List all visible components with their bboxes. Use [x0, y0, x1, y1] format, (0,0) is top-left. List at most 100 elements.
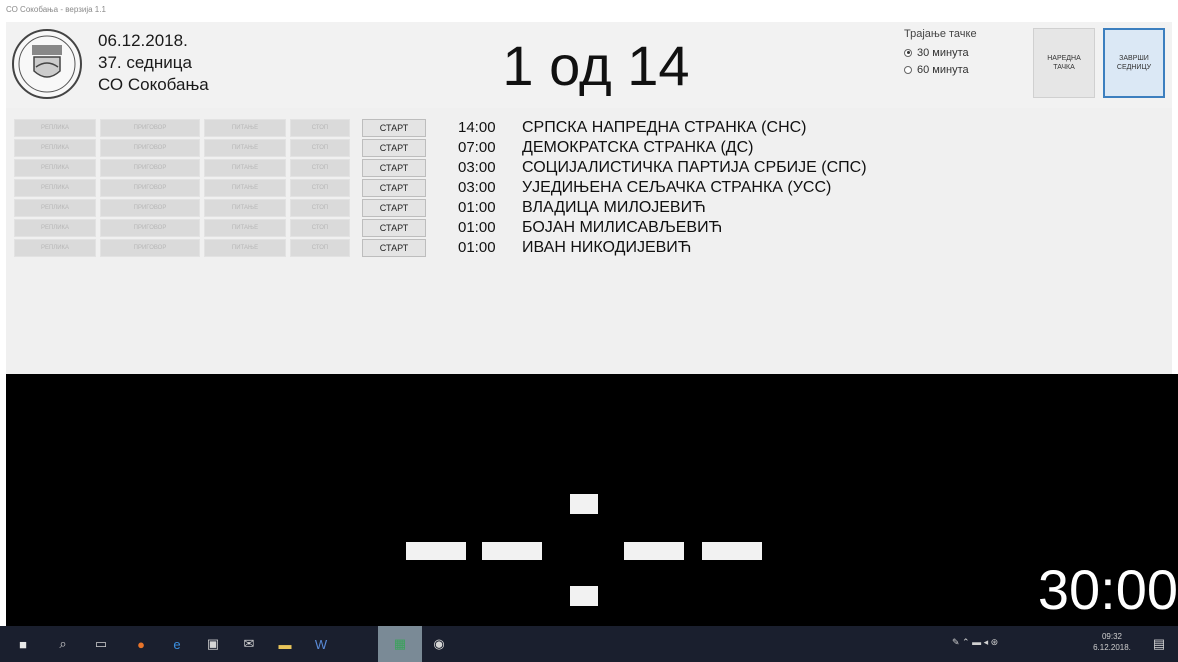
- segment-top: [570, 494, 598, 514]
- objection-button[interactable]: ПРИГОВОР: [100, 139, 200, 157]
- objection-button[interactable]: ПРИГОВОР: [100, 239, 200, 257]
- question-button[interactable]: ПИТАЊЕ: [204, 239, 286, 257]
- notification-area[interactable]: ✎ ⌃ ▬ ◂ ⊛: [952, 637, 998, 648]
- segment-dash: [482, 542, 542, 560]
- app-icon[interactable]: ▦: [378, 626, 422, 662]
- reply-button[interactable]: РЕПЛИКА: [14, 219, 96, 237]
- radio-selected-icon[interactable]: [904, 48, 912, 57]
- speaker-name: ВЛАДИЦА МИЛОЈЕВИЋ: [522, 199, 706, 216]
- question-button[interactable]: ПИТАЊЕ: [204, 199, 286, 217]
- stop-button[interactable]: СТОП: [290, 119, 350, 137]
- start-button[interactable]: СТАРТ: [362, 139, 426, 157]
- segment-dash: [406, 542, 466, 560]
- question-button[interactable]: ПИТАЊЕ: [204, 139, 286, 157]
- agenda-counter: 1 од 14: [502, 34, 690, 97]
- reply-button[interactable]: РЕПЛИКА: [14, 139, 96, 157]
- stop-button[interactable]: СТОП: [290, 139, 350, 157]
- list-item: РЕПЛИКА ПРИГОВОР ПИТАЊЕ СТОП СТАРТ 01:00…: [6, 198, 1172, 218]
- list-item: РЕПЛИКА ПРИГОВОР ПИТАЊЕ СТОП СТАРТ 14:00…: [6, 118, 1172, 138]
- duration-option-30[interactable]: 30 минута: [899, 44, 1029, 61]
- list-item: РЕПЛИКА ПРИГОВОР ПИТАЊЕ СТОП СТАРТ 03:00…: [6, 178, 1172, 198]
- question-button[interactable]: ПИТАЊЕ: [204, 219, 286, 237]
- list-item: РЕПЛИКА ПРИГОВОР ПИТАЊЕ СТОП СТАРТ 07:00…: [6, 138, 1172, 158]
- stop-button[interactable]: СТОП: [290, 199, 350, 217]
- question-button[interactable]: ПИТАЊЕ: [204, 159, 286, 177]
- speaker-name: СРПСКА НАПРЕДНА СТРАНКА (СНС): [522, 119, 807, 136]
- duration-option-label: 60 минута: [917, 63, 969, 76]
- reply-button[interactable]: РЕПЛИКА: [14, 199, 96, 217]
- reply-button[interactable]: РЕПЛИКА: [14, 159, 96, 177]
- countdown-timer: 30:00: [1037, 558, 1178, 621]
- list-item: РЕПЛИКА ПРИГОВОР ПИТАЊЕ СТОП СТАРТ 03:00…: [6, 158, 1172, 178]
- duration-option-label: 30 минута: [917, 46, 969, 59]
- question-button[interactable]: ПИТАЊЕ: [204, 119, 286, 137]
- window-title: СО Сокобања - верзија 1.1: [0, 0, 1178, 22]
- question-button[interactable]: ПИТАЊЕ: [204, 179, 286, 197]
- clock-time: 09:32: [1101, 632, 1123, 641]
- radio-empty-icon[interactable]: [904, 65, 912, 74]
- stop-button[interactable]: СТОП: [290, 159, 350, 177]
- speaker-time: 01:00: [458, 199, 496, 216]
- edge-icon[interactable]: e: [168, 635, 186, 653]
- objection-button[interactable]: ПРИГОВОР: [100, 199, 200, 217]
- windows-start-icon[interactable]: ■: [14, 635, 32, 653]
- session-date: 06.12.2018.: [98, 31, 188, 50]
- firefox-icon[interactable]: ●: [132, 635, 150, 653]
- start-button[interactable]: СТАРТ: [362, 119, 426, 137]
- duration-option-60[interactable]: 60 минута: [899, 61, 1029, 78]
- speaker-time: 03:00: [458, 159, 496, 176]
- segment-dash: [702, 542, 762, 560]
- timer-display: 30:00: [6, 374, 1178, 626]
- session-number: 37. седница: [98, 53, 192, 72]
- objection-button[interactable]: ПРИГОВОР: [100, 219, 200, 237]
- action-center-icon[interactable]: ▤: [1150, 635, 1168, 653]
- speaker-name: БОЈАН МИЛИСАВЉЕВИЋ: [522, 219, 723, 236]
- next-item-button[interactable]: НАРЕДНА ТАЧКА: [1033, 28, 1095, 98]
- mail-icon[interactable]: ✉: [240, 635, 258, 653]
- duration-label: Трајање тачке: [904, 28, 977, 40]
- store-icon[interactable]: ▣: [204, 635, 222, 653]
- speaker-name: СОЦИЈАЛИСТИЧКА ПАРТИЈА СРБИЈЕ (СПС): [522, 159, 867, 176]
- reply-button[interactable]: РЕПЛИКА: [14, 179, 96, 197]
- taskbar-clock[interactable]: 09:32 6.12.2018.: [1092, 631, 1132, 653]
- stop-button[interactable]: СТОП: [290, 219, 350, 237]
- reply-button[interactable]: РЕПЛИКА: [14, 239, 96, 257]
- speaker-name: УЈЕДИЊЕНА СЕЉАЧКА СТРАНКА (УСС): [522, 179, 832, 196]
- start-button[interactable]: СТАРТ: [362, 179, 426, 197]
- start-button[interactable]: СТАРТ: [362, 199, 426, 217]
- session-place: СО Сокобања: [98, 75, 209, 94]
- reply-button[interactable]: РЕПЛИКА: [14, 119, 96, 137]
- speaker-time: 01:00: [458, 239, 496, 256]
- speaker-time: 03:00: [458, 179, 496, 196]
- speaker-time: 14:00: [458, 119, 496, 136]
- start-button[interactable]: СТАРТ: [362, 239, 426, 257]
- header-panel: 06.12.2018. 37. седница СО Сокобања 1 од…: [6, 22, 1172, 108]
- camera-icon[interactable]: ◉: [430, 635, 448, 653]
- speaker-list: РЕПЛИКА ПРИГОВОР ПИТАЊЕ СТОП СТАРТ 14:00…: [6, 108, 1172, 374]
- stop-button[interactable]: СТОП: [290, 179, 350, 197]
- speaker-time: 01:00: [458, 219, 496, 236]
- objection-button[interactable]: ПРИГОВОР: [100, 119, 200, 137]
- speaker-name: ИВАН НИКОДИЈЕВИЋ: [522, 239, 692, 256]
- objection-button[interactable]: ПРИГОВОР: [100, 179, 200, 197]
- start-button[interactable]: СТАРТ: [362, 219, 426, 237]
- segment-bottom: [570, 586, 598, 606]
- app-window: СО Сокобања - верзија 1.1 06.12.2018. 37…: [0, 0, 1178, 662]
- task-view-icon[interactable]: ▭: [92, 635, 110, 653]
- clock-date: 6.12.2018.: [1093, 643, 1131, 652]
- list-item: РЕПЛИКА ПРИГОВОР ПИТАЊЕ СТОП СТАРТ 01:00…: [6, 218, 1172, 238]
- stop-button[interactable]: СТОП: [290, 239, 350, 257]
- end-session-button[interactable]: ЗАВРШИ СЕДНИЦУ: [1103, 28, 1165, 98]
- objection-button[interactable]: ПРИГОВОР: [100, 159, 200, 177]
- search-icon[interactable]: ⌕: [54, 635, 72, 653]
- list-item: РЕПЛИКА ПРИГОВОР ПИТАЊЕ СТОП СТАРТ 01:00…: [6, 238, 1172, 258]
- speaker-time: 07:00: [458, 139, 496, 156]
- start-button[interactable]: СТАРТ: [362, 159, 426, 177]
- speaker-name: ДЕМОКРАТСКА СТРАНКА (ДС): [522, 139, 754, 156]
- segment-dash: [624, 542, 684, 560]
- municipality-logo: [12, 29, 82, 99]
- windows-taskbar: ■ ⌕ ▭ ● e ▣ ✉ ▬ W ▦ ◉ ✎ ⌃ ▬ ◂ ⊛ 09:32 6.…: [0, 626, 1178, 662]
- duration-selector: Трајање тачке 30 минута 60 минута: [899, 28, 1029, 78]
- file-explorer-icon[interactable]: ▬: [276, 635, 294, 653]
- word-icon[interactable]: W: [312, 635, 330, 653]
